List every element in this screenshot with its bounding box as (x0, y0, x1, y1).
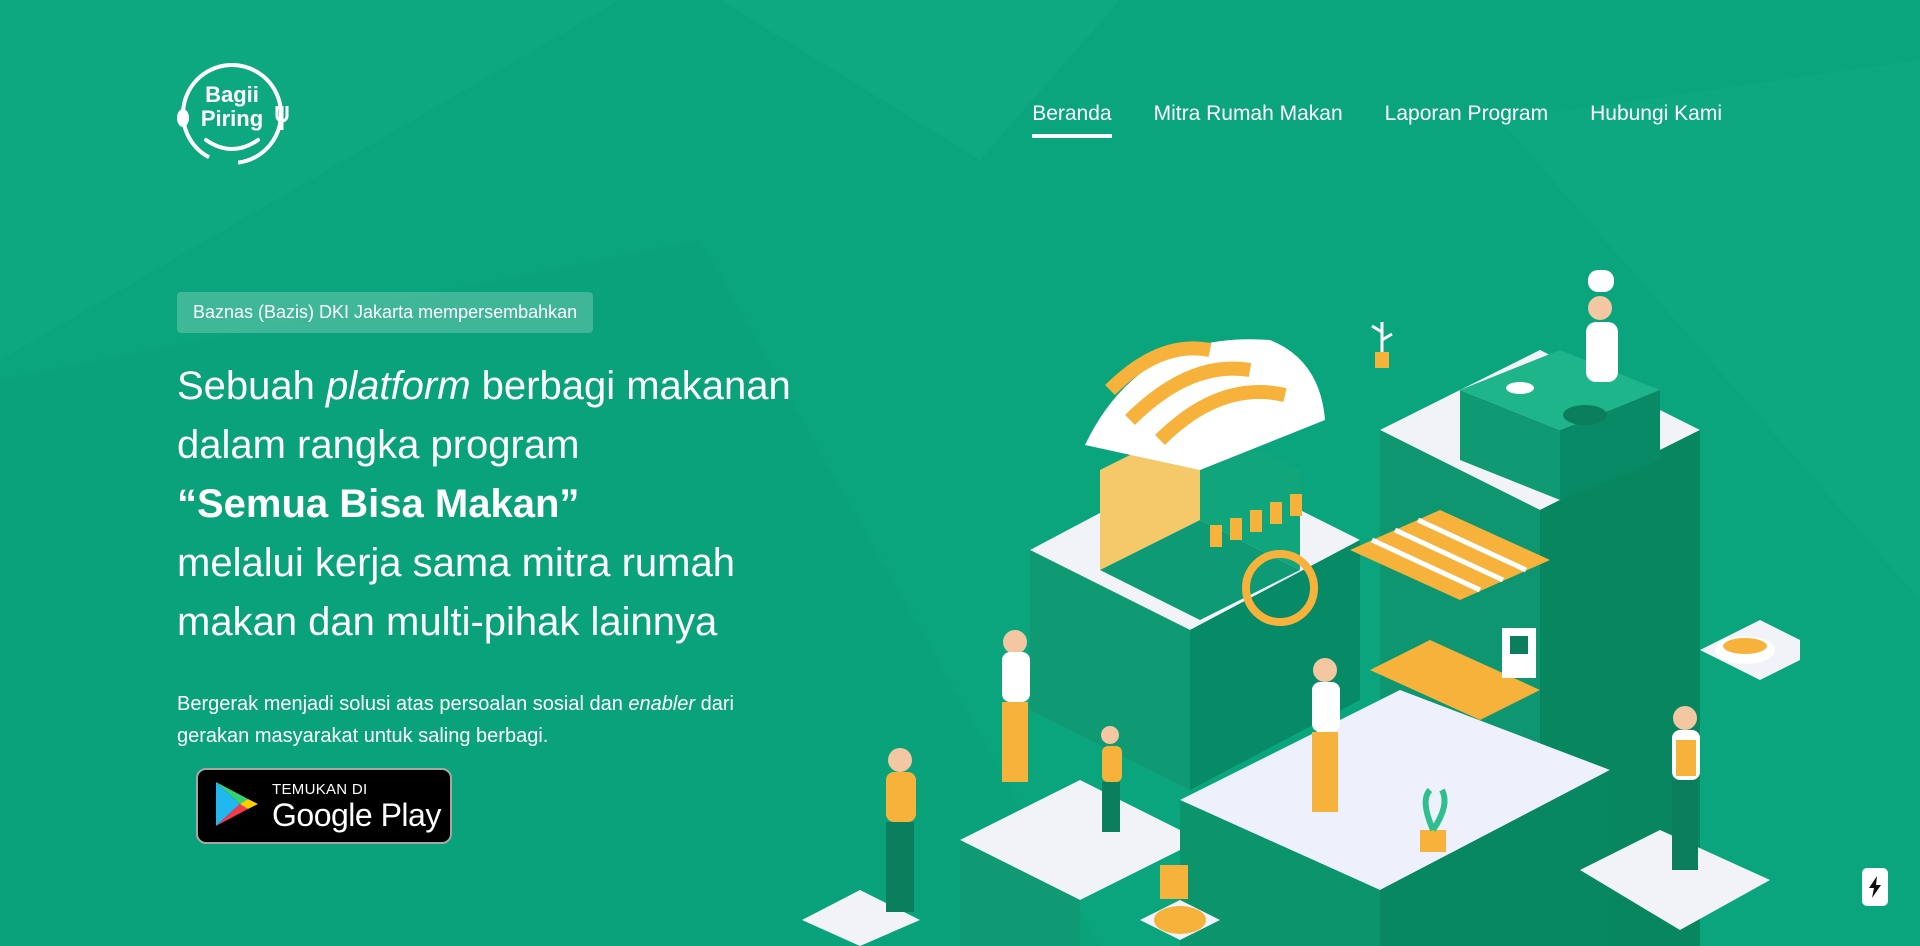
hero-text: Baznas (Bazis) DKI Jakarta mempersembahk… (177, 292, 817, 752)
nav-item-mitra-rumah-makan[interactable]: Mitra Rumah Makan (1154, 102, 1343, 138)
hero-illustration (802, 270, 1800, 946)
google-play-icon (214, 780, 258, 833)
nav-item-beranda[interactable]: Beranda (1032, 102, 1113, 138)
hero-subtitle: Bergerak menjadi solusi atas persoalan s… (177, 693, 734, 747)
hero-headline: Sebuah platform berbagi makanan dalam ra… (177, 357, 817, 652)
headline-line-4: melalui kerja sama mitra rumah (177, 541, 735, 585)
logo-text-line2: Piring (201, 106, 263, 131)
google-play-button[interactable]: TEMUKAN DI Google Play (196, 768, 452, 844)
presenter-badge: Baznas (Bazis) DKI Jakarta mempersembahk… (177, 292, 594, 333)
bagii-piring-logo[interactable]: Bagii Piring (176, 62, 292, 166)
store-small-label: TEMUKAN DI (272, 780, 368, 798)
nav-item-laporan-program[interactable]: Laporan Program (1385, 102, 1548, 138)
store-big-label: Google Play (272, 796, 441, 833)
site-header: Bagii Piring Beranda Mitra Rumah Makan L… (176, 62, 1722, 172)
headline-line-1: Sebuah platform berbagi makanan (177, 364, 791, 408)
lightning-icon[interactable] (1862, 868, 1888, 906)
chef-illustration (1460, 270, 1660, 500)
nav-item-hubungi-kami[interactable]: Hubungi Kami (1590, 102, 1722, 138)
headline-line-2: dalam rangka program (177, 423, 580, 467)
main-nav: Beranda Mitra Rumah Makan Laporan Progra… (1032, 102, 1722, 138)
logo-text-line1: Bagii (205, 82, 259, 107)
headline-line-3: “Semua Bisa Makan” (177, 482, 580, 526)
headline-line-5: makan dan multi-pihak lainnya (177, 600, 718, 644)
